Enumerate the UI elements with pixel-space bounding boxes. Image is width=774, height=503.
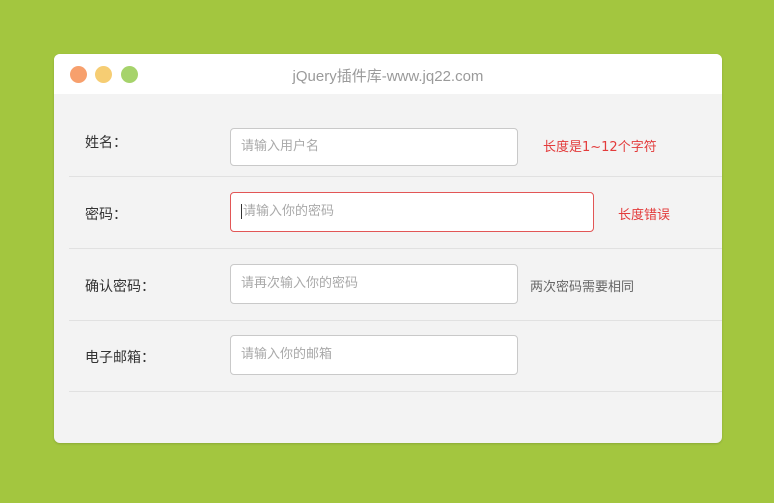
form-row-password: 密码： 请输入你的密码 长度错误 [69,177,722,249]
name-input-placeholder: 请输入用户名 [241,139,320,154]
password-label: 密码： [85,207,127,223]
form-row-confirm-password: 确认密码： 请再次输入你的密码 两次密码需要相同 [69,249,722,321]
title-bar: jQuery插件库-www.jq22.com [54,54,722,94]
name-input[interactable]: 请输入用户名 [230,128,518,166]
email-input[interactable]: 请输入你的邮箱 [230,335,518,375]
name-label: 姓名： [85,135,127,151]
password-error-message: 长度错误 [618,208,671,223]
email-input-placeholder: 请输入你的邮箱 [241,347,333,362]
app-window: jQuery插件库-www.jq22.com 姓名： 请输入用户名 长度是1~1… [54,54,722,443]
email-label: 电子邮箱： [85,350,155,366]
text-caret [241,204,242,219]
confirm-password-input-placeholder: 请再次输入你的密码 [241,276,359,291]
confirm-password-input[interactable]: 请再次输入你的密码 [230,264,518,304]
password-input[interactable]: 请输入你的密码 [230,192,594,232]
password-input-placeholder: 请输入你的密码 [243,204,335,219]
form-row-name: 姓名： 请输入用户名 长度是1~12个字符 [69,105,722,177]
window-title: jQuery插件库-www.jq22.com [292,68,484,85]
form-row-email: 电子邮箱： 请输入你的邮箱 [69,320,722,392]
name-hint-message: 长度是1~12个字符 [543,140,657,155]
confirm-password-hint-message: 两次密码需要相同 [530,280,635,295]
confirm-password-label: 确认密码： [85,279,155,295]
